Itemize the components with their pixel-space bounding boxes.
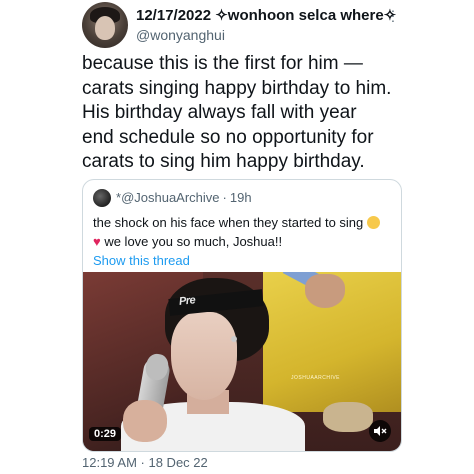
video-hand-holding-mic	[123, 400, 167, 442]
show-thread-link[interactable]: Show this thread	[93, 253, 190, 268]
video-earring	[231, 336, 237, 342]
separator-dot: ·	[222, 190, 227, 205]
display-name[interactable]: 12/17/2022 ✧wonhoon selca where✧	[136, 6, 396, 24]
video-player[interactable]: Pre JOSHUAARCHIVE 0:29	[83, 272, 401, 451]
avatar[interactable]	[82, 2, 128, 48]
video-face	[171, 312, 237, 400]
heart-emoji-icon: ♥	[93, 234, 101, 249]
headband-text: Pre	[178, 294, 196, 308]
tweet-timestamp[interactable]: 12:19 AM · 18 Dec 22	[82, 455, 208, 470]
video-duration: 0:29	[89, 427, 122, 441]
video-shoe	[323, 402, 373, 432]
quoted-avatar[interactable]	[93, 189, 111, 207]
mute-icon	[374, 426, 387, 436]
more-options-icon[interactable]: · · ·	[386, 3, 400, 27]
quoted-text-line1: the shock on his face when they started …	[93, 215, 364, 230]
quoted-header: *@JoshuaArchive · 19h	[116, 190, 252, 205]
quoted-handle[interactable]: @JoshuaArchive	[121, 190, 219, 205]
tweet-text: because this is the first for him — cara…	[82, 53, 392, 172]
video-hand	[305, 274, 345, 308]
quoted-tweet-card[interactable]: *@JoshuaArchive · 19h the shock on his fac…	[82, 179, 402, 452]
mute-button[interactable]	[369, 420, 391, 442]
video-watermark: JOSHUAARCHIVE	[291, 375, 341, 381]
quoted-text-line2: we love you so much, Joshua!!	[100, 234, 283, 249]
avatar-face	[95, 16, 115, 40]
user-handle[interactable]: @wonyanghui	[136, 27, 225, 43]
quoted-time[interactable]: 19h	[230, 190, 252, 205]
sweat-smile-emoji-icon	[366, 216, 380, 229]
quoted-text: the shock on his face when they started …	[93, 213, 393, 251]
